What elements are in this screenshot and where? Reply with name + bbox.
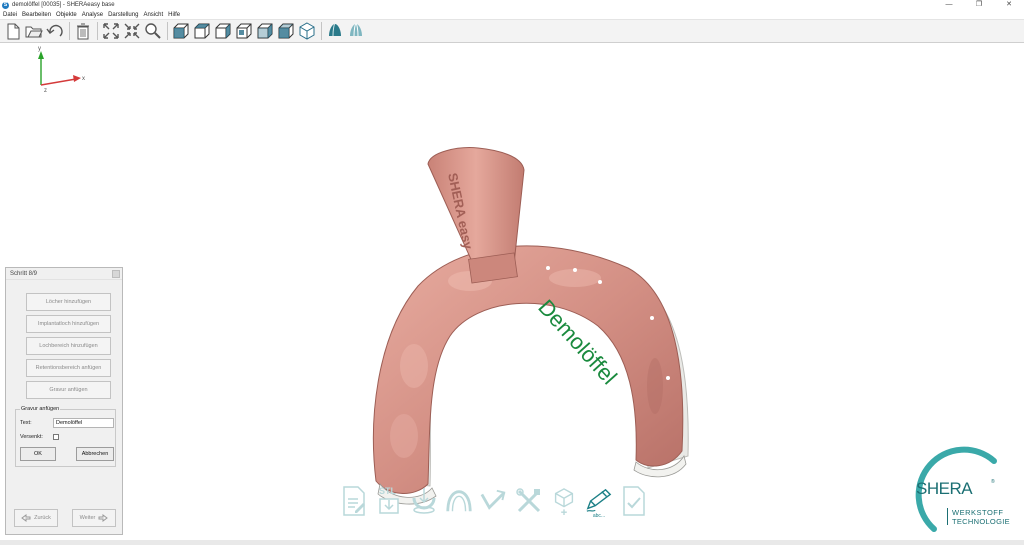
tools-icon[interactable] xyxy=(515,483,543,519)
arch-outline-icon[interactable] xyxy=(445,483,473,519)
panel-title: Schritt 8/9 xyxy=(10,270,38,277)
minimize-button[interactable]: — xyxy=(934,0,964,10)
view-right-icon[interactable] xyxy=(234,21,254,41)
menu-objekte[interactable]: Objekte xyxy=(56,12,77,18)
scan-import-icon[interactable] xyxy=(410,483,438,519)
impression-tray-model[interactable]: SHERA easy Demolöffel xyxy=(0,43,1024,545)
step-panel: Schritt 8/9 Löcher hinzufügen Implantatl… xyxy=(5,267,123,535)
logo-line-werkstoff: WERKSTOFF xyxy=(952,508,1004,517)
engraving-group: Gravur anfügen Text: Demolöffel Versenkt… xyxy=(15,406,116,467)
add-implant-hole-button[interactable]: Implantatloch hinzufügen xyxy=(26,315,111,333)
engraving-group-title: Gravur anfügen xyxy=(20,406,61,412)
view-back-icon[interactable] xyxy=(192,21,212,41)
menu-bearbeiten[interactable]: Bearbeiten xyxy=(22,12,51,18)
logo-line-technologie: TECHNOLOGIE xyxy=(952,517,1010,526)
toolbar xyxy=(0,19,1024,43)
restore-button[interactable]: ❐ xyxy=(964,0,994,10)
application-window: S demolöffel [00035] - SHERAeasy base — … xyxy=(0,0,1024,545)
next-button[interactable]: Weiter xyxy=(72,509,116,527)
3d-viewport[interactable]: y x z SHERA easy Demolöffel xyxy=(0,43,1024,545)
new-file-icon[interactable] xyxy=(3,21,23,41)
back-button[interactable]: Zurück xyxy=(14,509,58,527)
zoom-icon[interactable] xyxy=(143,21,163,41)
horizontal-scrollbar[interactable] xyxy=(0,540,1024,545)
app-icon: S xyxy=(2,1,9,9)
logo-wordmark: SHERA xyxy=(916,479,973,498)
block-add-icon[interactable] xyxy=(550,483,578,519)
window-controls: — ❐ ✕ xyxy=(934,0,1024,10)
engrave-icon[interactable]: abc... xyxy=(585,483,613,519)
menu-analyse[interactable]: Analyse xyxy=(82,12,103,18)
shade-mode-2-icon[interactable] xyxy=(346,21,366,41)
delete-icon[interactable] xyxy=(73,21,93,41)
check-document-icon[interactable] xyxy=(620,483,648,519)
stl-caption: STL xyxy=(379,486,397,496)
menu-ansicht[interactable]: Ansicht xyxy=(143,12,163,18)
text-label: Text: xyxy=(20,420,32,426)
add-hole-area-button[interactable]: Lochbereich hinzufügen xyxy=(26,337,111,355)
handle-icon[interactable] xyxy=(480,483,508,519)
ok-button[interactable]: OK xyxy=(20,447,56,461)
panel-close-button[interactable] xyxy=(112,270,120,278)
undo-icon[interactable] xyxy=(45,21,65,41)
add-engraving-button[interactable]: Gravur anfügen xyxy=(26,381,111,399)
engraving-text-input[interactable]: Demolöffel xyxy=(53,418,114,428)
toolbar-separator xyxy=(321,22,322,40)
shade-mode-1-icon[interactable] xyxy=(325,21,345,41)
workflow-bar: STL abc... xyxy=(340,483,648,519)
arrow-right-icon xyxy=(98,514,109,522)
cancel-button[interactable]: Abbrechen xyxy=(76,447,114,461)
versenkt-label: Versenkt: xyxy=(20,434,43,440)
menu-hilfe[interactable]: Hilfe xyxy=(168,12,180,18)
toolbar-separator xyxy=(167,22,168,40)
zoom-extents-icon[interactable] xyxy=(122,21,142,41)
menu-bar: Datei Bearbeiten Objekte Analyse Darstel… xyxy=(0,10,1024,19)
toolbar-separator xyxy=(69,22,70,40)
view-left-icon[interactable] xyxy=(213,21,233,41)
edit-document-icon[interactable] xyxy=(340,483,368,519)
view-iso-icon[interactable] xyxy=(297,21,317,41)
logo-registered-mark: ® xyxy=(991,479,995,485)
view-top-icon[interactable] xyxy=(255,21,275,41)
title-bar: S demolöffel [00035] - SHERAeasy base — … xyxy=(0,0,1024,10)
toolbar-separator xyxy=(97,22,98,40)
shera-logo: SHERA ® WERKSTOFF TECHNOLOGIE xyxy=(902,443,1020,538)
open-folder-icon[interactable] xyxy=(24,21,44,41)
engrave-caption: abc... xyxy=(592,513,606,519)
back-label: Zurück xyxy=(34,515,51,521)
menu-datei[interactable]: Datei xyxy=(3,12,17,18)
panel-header: Schritt 8/9 xyxy=(6,268,122,280)
stl-download-icon[interactable]: STL xyxy=(375,483,403,519)
versenkt-checkbox[interactable] xyxy=(53,434,59,440)
add-holes-button[interactable]: Löcher hinzufügen xyxy=(26,293,111,311)
view-front-icon[interactable] xyxy=(171,21,191,41)
arrow-left-icon xyxy=(21,514,31,522)
view-bottom-icon[interactable] xyxy=(276,21,296,41)
add-retention-area-button[interactable]: Retentionsbereich anfügen xyxy=(26,359,111,377)
next-label: Weiter xyxy=(79,515,96,521)
window-title: demolöffel [00035] - SHERAeasy base xyxy=(12,2,115,8)
fit-view-icon[interactable] xyxy=(101,21,121,41)
close-button[interactable]: ✕ xyxy=(994,0,1024,10)
menu-darstellung[interactable]: Darstellung xyxy=(108,12,138,18)
logo-divider xyxy=(947,508,948,525)
